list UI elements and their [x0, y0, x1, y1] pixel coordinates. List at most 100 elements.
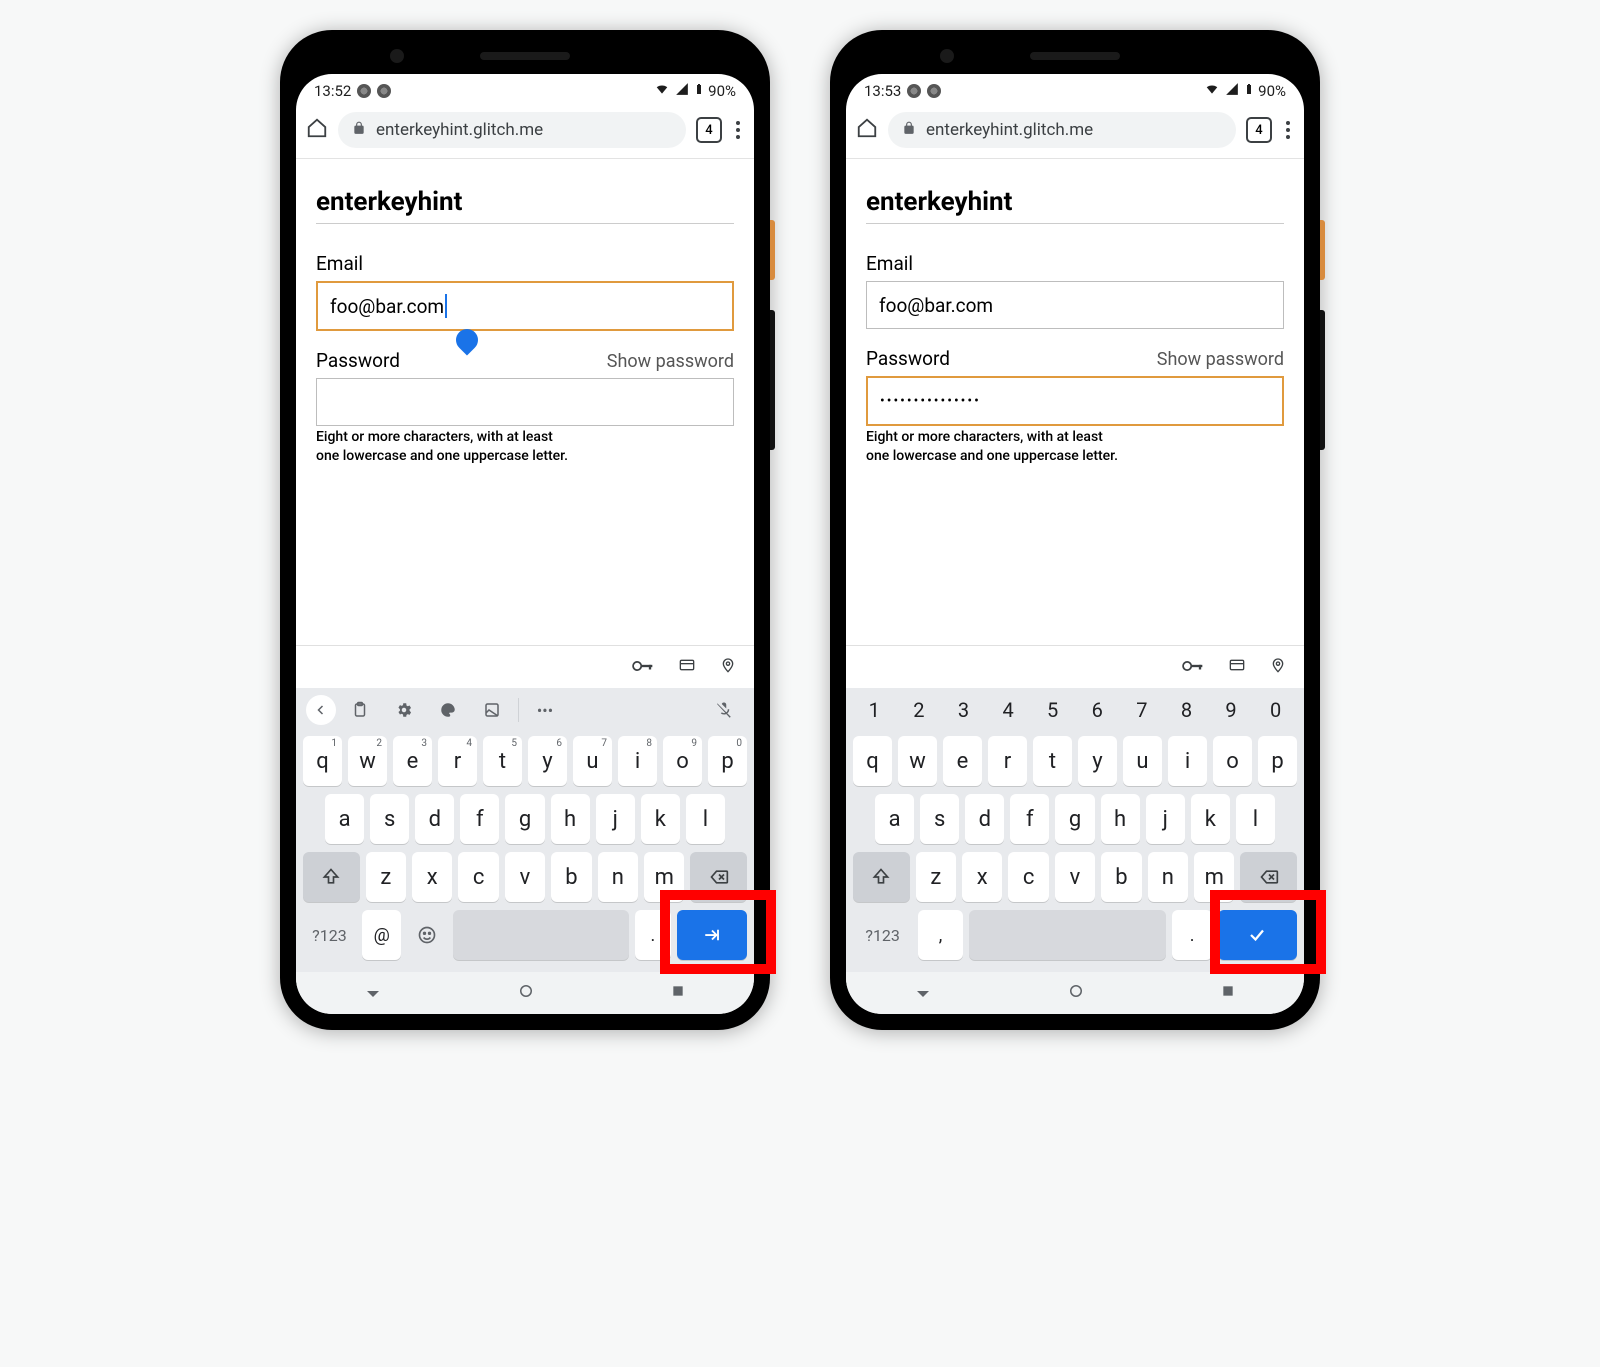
address-bar[interactable]: enterkeyhint.glitch.me — [888, 112, 1236, 148]
clipboard-icon[interactable] — [340, 694, 380, 726]
key-x[interactable]: x — [962, 852, 1002, 902]
address-pin-icon[interactable] — [720, 655, 736, 679]
overflow-menu-icon[interactable] — [732, 121, 744, 139]
key-o[interactable]: o — [1213, 736, 1252, 786]
sticker-icon[interactable] — [472, 694, 512, 726]
key-j[interactable]: j — [596, 794, 635, 844]
key-a[interactable]: a — [325, 794, 364, 844]
address-pin-icon[interactable] — [1270, 655, 1286, 679]
nav-home-icon[interactable] — [517, 982, 535, 1004]
key-l[interactable]: l — [686, 794, 725, 844]
symbols-key[interactable]: ?123 — [303, 910, 356, 960]
spacebar[interactable] — [453, 910, 629, 960]
key-q[interactable]: q — [853, 736, 892, 786]
home-icon[interactable] — [306, 117, 328, 143]
password-field[interactable]: ••••••••••••••• — [866, 376, 1284, 426]
overflow-menu-icon[interactable] — [1282, 121, 1294, 139]
shift-key[interactable] — [853, 852, 910, 902]
key-p[interactable]: p — [1258, 736, 1297, 786]
show-password-toggle[interactable]: Show password — [607, 351, 734, 372]
key-g[interactable]: g — [1055, 794, 1094, 844]
key-comma[interactable]: , — [918, 910, 962, 960]
backspace-key[interactable] — [1240, 852, 1297, 902]
key-m[interactable]: m — [644, 852, 684, 902]
key-f[interactable]: f — [1010, 794, 1049, 844]
key-2[interactable]: 2 — [897, 690, 942, 730]
key-period[interactable]: . — [1172, 910, 1212, 960]
key-n[interactable]: n — [1148, 852, 1188, 902]
key-1[interactable]: 1 — [852, 690, 897, 730]
key-3[interactable]: 3 — [941, 690, 986, 730]
gear-icon[interactable] — [384, 694, 424, 726]
show-password-toggle[interactable]: Show password — [1157, 349, 1284, 370]
key-l[interactable]: l — [1236, 794, 1275, 844]
key-q[interactable]: q1 — [303, 736, 342, 786]
home-icon[interactable] — [856, 117, 878, 143]
tabs-button[interactable]: 4 — [1246, 117, 1272, 143]
key-at[interactable]: @ — [362, 910, 402, 960]
key-d[interactable]: d — [415, 794, 454, 844]
key-m[interactable]: m — [1194, 852, 1234, 902]
key-c[interactable]: c — [1008, 852, 1048, 902]
key-n[interactable]: n — [598, 852, 638, 902]
key-4[interactable]: 4 — [986, 690, 1031, 730]
key-t[interactable]: t — [1033, 736, 1072, 786]
key-x[interactable]: x — [412, 852, 452, 902]
key-z[interactable]: z — [366, 852, 406, 902]
spacebar[interactable] — [969, 910, 1167, 960]
key-period[interactable]: . — [635, 910, 670, 960]
key-0[interactable]: 0 — [1253, 690, 1298, 730]
enter-key-next[interactable] — [677, 910, 747, 960]
key-c[interactable]: c — [458, 852, 498, 902]
nav-recent-icon[interactable] — [1220, 983, 1236, 1003]
key-j[interactable]: j — [1146, 794, 1185, 844]
backspace-key[interactable] — [690, 852, 747, 902]
key-5[interactable]: 5 — [1030, 690, 1075, 730]
key-i[interactable]: i — [1168, 736, 1207, 786]
nav-recent-icon[interactable] — [670, 983, 686, 1003]
key-v[interactable]: v — [505, 852, 545, 902]
key-f[interactable]: f — [460, 794, 499, 844]
password-field[interactable] — [316, 378, 734, 426]
email-field[interactable]: foo@bar.com — [866, 281, 1284, 329]
payment-card-icon[interactable] — [676, 657, 698, 677]
key-d[interactable]: d — [965, 794, 1004, 844]
more-icon[interactable]: ••• — [525, 694, 565, 726]
key-g[interactable]: g — [505, 794, 544, 844]
key-v[interactable]: v — [1055, 852, 1095, 902]
password-key-icon[interactable] — [1182, 658, 1204, 677]
key-y[interactable]: y — [1078, 736, 1117, 786]
key-e[interactable]: e — [943, 736, 982, 786]
key-7[interactable]: 7 — [1120, 690, 1165, 730]
tabs-button[interactable]: 4 — [696, 117, 722, 143]
key-r[interactable]: r — [988, 736, 1027, 786]
key-z[interactable]: z — [916, 852, 956, 902]
nav-back-icon[interactable] — [914, 982, 932, 1004]
key-k[interactable]: k — [1191, 794, 1230, 844]
key-b[interactable]: b — [551, 852, 591, 902]
key-p[interactable]: p0 — [708, 736, 747, 786]
key-a[interactable]: a — [875, 794, 914, 844]
key-w[interactable]: w — [898, 736, 937, 786]
key-b[interactable]: b — [1101, 852, 1141, 902]
email-field[interactable]: foo@bar.com — [316, 281, 734, 331]
key-o[interactable]: o9 — [663, 736, 702, 786]
address-bar[interactable]: enterkeyhint.glitch.me — [338, 112, 686, 148]
symbols-key[interactable]: ?123 — [853, 910, 912, 960]
key-9[interactable]: 9 — [1209, 690, 1254, 730]
key-6[interactable]: 6 — [1075, 690, 1120, 730]
enter-key-done[interactable] — [1218, 910, 1297, 960]
password-key-icon[interactable] — [632, 658, 654, 677]
payment-card-icon[interactable] — [1226, 657, 1248, 677]
key-t[interactable]: t5 — [483, 736, 522, 786]
key-s[interactable]: s — [370, 794, 409, 844]
key-k[interactable]: k — [641, 794, 680, 844]
mic-off-icon[interactable] — [704, 694, 744, 726]
key-w[interactable]: w2 — [348, 736, 387, 786]
key-8[interactable]: 8 — [1164, 690, 1209, 730]
emoji-key[interactable] — [407, 910, 447, 960]
kbd-collapse-button[interactable] — [306, 695, 336, 725]
key-h[interactable]: h — [1101, 794, 1140, 844]
nav-home-icon[interactable] — [1067, 982, 1085, 1004]
key-u[interactable]: u — [1123, 736, 1162, 786]
